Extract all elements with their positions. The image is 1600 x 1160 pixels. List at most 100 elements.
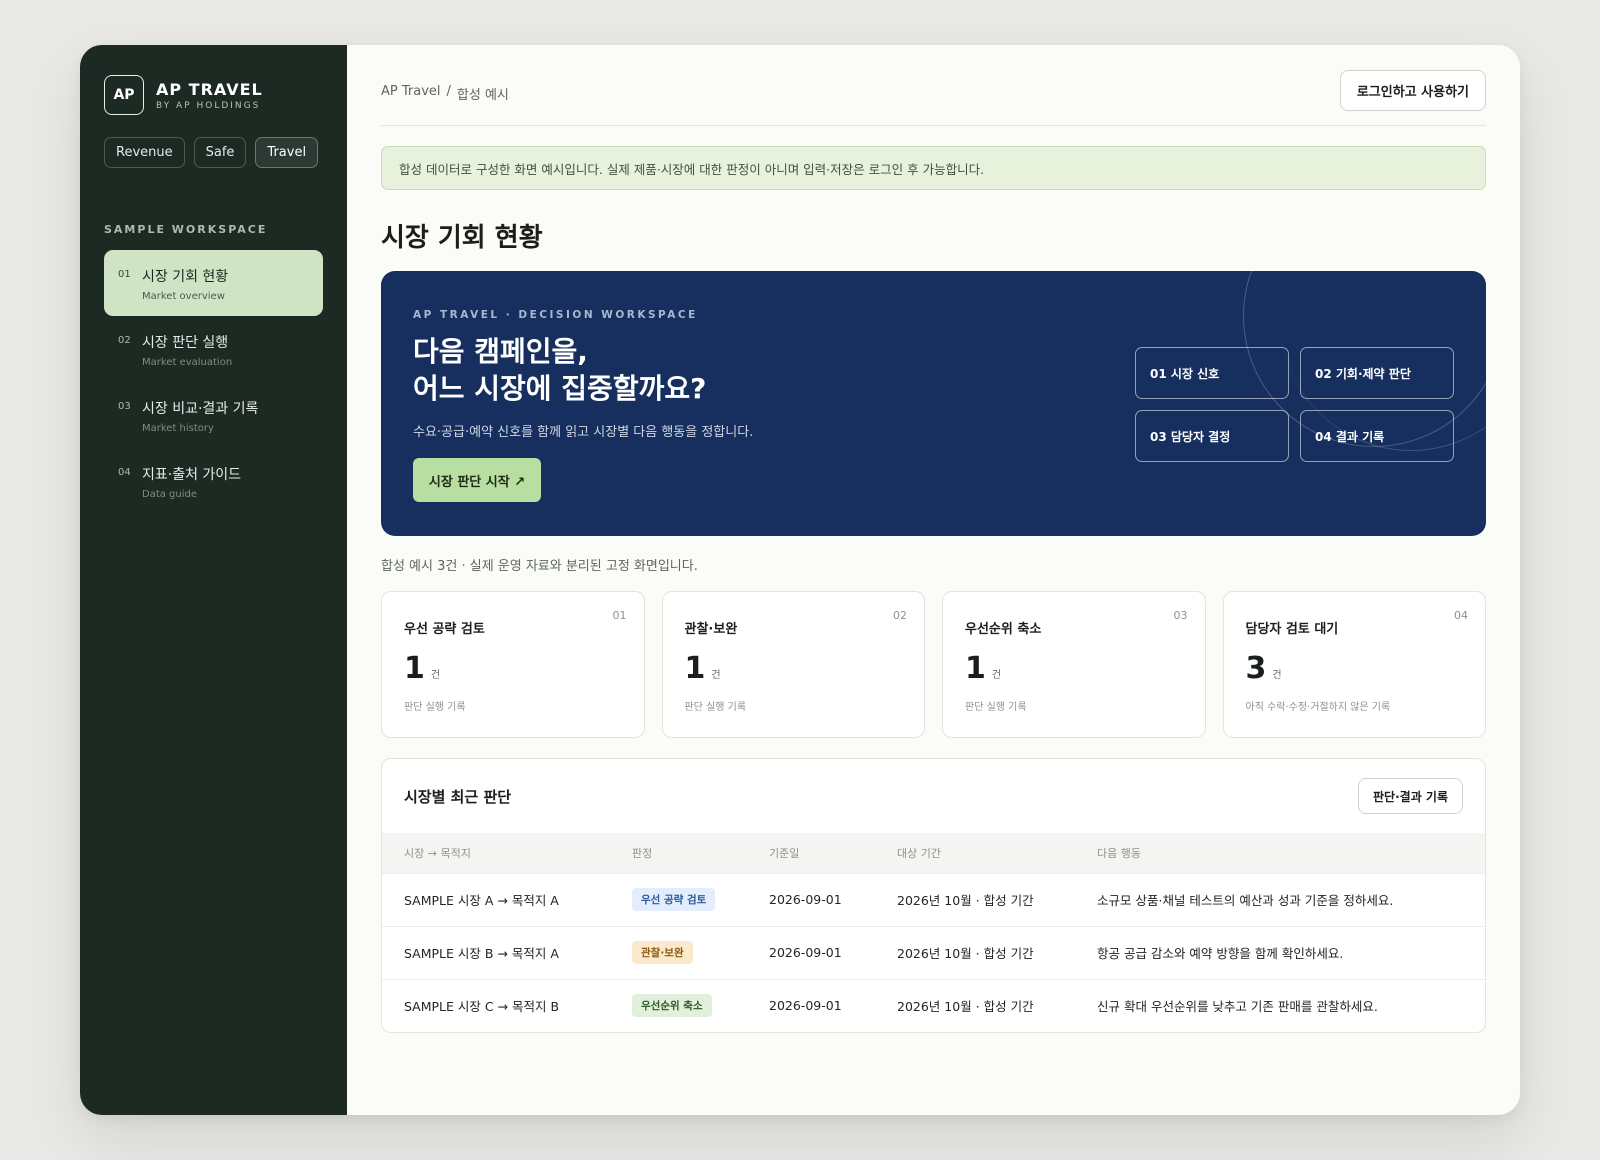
period-cell: 2026년 10월 · 합성 기간	[875, 978, 1075, 1032]
sidebar-item-market-history[interactable]: 03 시장 비교·결과 기록 Market history	[104, 382, 323, 448]
page-title: 시장 기회 현황	[381, 223, 543, 253]
sidebar-item-market-overview[interactable]: 01 시장 기회 현황 Market overview	[104, 250, 323, 316]
column-header[interactable]: 다음 행동	[1075, 833, 1485, 873]
card-number: 02	[893, 609, 907, 622]
brand-name: AP TRAVEL	[156, 79, 263, 99]
nav-subtitle: Market history	[142, 423, 214, 434]
market-cell: SAMPLE 시장 C → 목적지 B	[382, 978, 610, 1032]
action-cell: 항공 공급 감소와 예약 방향을 함께 확인하세요.	[1075, 925, 1485, 979]
verdict-badge: 우선 공략 검토	[632, 888, 716, 911]
card-value: 1	[404, 651, 425, 686]
step-market-signal[interactable]: 01 시장 신호	[1135, 347, 1289, 399]
card-footnote: 아직 수락·수정·거절하지 않은 기록	[1245, 702, 1391, 713]
nav-title: 시장 기회 현황	[142, 269, 229, 285]
panel-title: 시장별 최근 판단	[404, 787, 512, 806]
breadcrumb-separator: /	[446, 83, 451, 99]
verdict-cell: 우선순위 축소	[610, 978, 747, 1032]
card-unit: 건	[711, 670, 721, 681]
segment-safe[interactable]: Safe	[193, 137, 247, 168]
sample-meta: 합성 예시 3건 · 실제 운영 자료와 분리된 고정 화면입니다.	[381, 559, 698, 574]
period-cell: 2026년 10월 · 합성 기간	[875, 872, 1075, 926]
verdict-badge: 관찰·보완	[632, 941, 693, 964]
summary-cards: 01 우선 공략 검토 1 건 판단 실행 기록 02 관찰·보완 1 건 판단…	[381, 591, 1486, 738]
table-header-row: 시장 → 목적지 판정 기준일 대상 기간 다음 행동	[382, 833, 1485, 873]
step-opportunity-judgement[interactable]: 02 기회·제약 판단	[1300, 347, 1454, 399]
sidebar: AP AP TRAVEL BY AP HOLDINGS Revenue Safe…	[80, 45, 347, 1115]
breadcrumb-root[interactable]: AP Travel	[381, 84, 441, 103]
column-header[interactable]: 시장 → 목적지	[382, 833, 610, 873]
segment-travel[interactable]: Travel	[255, 137, 319, 168]
card-footnote: 판단 실행 기록	[404, 702, 466, 713]
nav-subtitle: Market evaluation	[142, 357, 233, 368]
column-header[interactable]: 대상 기간	[875, 833, 1075, 873]
card-unit: 건	[991, 670, 1002, 681]
decisions-table: 시장 → 목적지 판정 기준일 대상 기간 다음 행동 SAMPLE 시장 A …	[382, 833, 1485, 1032]
card-title: 우선 공략 검토	[404, 622, 485, 637]
workflow-steps: 01 시장 신호 02 기회·제약 판단 03 담당자 결정 04 결과 기록	[1135, 347, 1454, 462]
card-value: 3	[1245, 651, 1267, 686]
nav-number: 02	[118, 335, 131, 346]
action-cell: 소규모 상품·채널 테스트의 예산과 성과 기준을 정하세요.	[1075, 872, 1485, 926]
verdict-badge: 우선순위 축소	[632, 994, 712, 1018]
brand-logo: AP	[104, 75, 144, 115]
nav-title: 시장 판단 실행	[142, 335, 229, 351]
sidebar-item-market-evaluation[interactable]: 02 시장 판단 실행 Market evaluation	[104, 316, 323, 382]
panel-header: 시장별 최근 판단 판단·결과 기록	[382, 759, 1485, 833]
card-value: 1	[684, 651, 706, 686]
segment-revenue[interactable]: Revenue	[104, 137, 185, 168]
table-row[interactable]: SAMPLE 시장 C → 목적지 B 우선순위 축소 2026-09-01 2…	[382, 978, 1485, 1032]
workspace-label: SAMPLE WORKSPACE	[104, 223, 268, 236]
date-cell: 2026-09-01	[747, 925, 875, 979]
period-cell: 2026년 10월 · 합성 기간	[875, 925, 1075, 979]
card-number: 03	[1173, 609, 1188, 622]
table-row[interactable]: SAMPLE 시장 B → 목적지 A 관찰·보완 2026-09-01 202…	[382, 925, 1485, 979]
card-title: 관찰·보완	[684, 622, 738, 637]
summary-card[interactable]: 04 담당자 검토 대기 3 건 아직 수락·수정·거절하지 않은 기록	[1222, 591, 1486, 738]
card-footnote: 판단 실행 기록	[965, 702, 1027, 713]
summary-card[interactable]: 01 우선 공략 검토 1 건 판단 실행 기록	[381, 591, 645, 738]
login-button[interactable]: 로그인하고 사용하기	[1339, 69, 1486, 111]
table-row[interactable]: SAMPLE 시장 A → 목적지 A 우선 공략 검토 2026-09-01 …	[382, 872, 1485, 926]
divider	[381, 125, 1486, 126]
product-switcher: Revenue Safe Travel	[104, 137, 323, 168]
nav-subtitle: Market overview	[142, 291, 225, 302]
verdict-cell: 우선 공략 검토	[610, 872, 747, 926]
app-window: AP AP TRAVEL BY AP HOLDINGS Revenue Safe…	[80, 45, 1520, 1115]
card-title: 담당자 검토 대기	[1245, 622, 1339, 637]
breadcrumb: AP Travel / 합성 예시	[381, 78, 509, 103]
column-header[interactable]: 기준일	[747, 833, 875, 873]
summary-card[interactable]: 02 관찰·보완 1 건 판단 실행 기록	[661, 591, 925, 738]
sidebar-nav: 01 시장 기회 현황 Market overview 02 시장 판단 실행 …	[104, 250, 323, 514]
summary-card[interactable]: 03 우선순위 축소 1 건 판단 실행 기록	[942, 591, 1206, 738]
sidebar-item-data-guide[interactable]: 04 지표·출처 가이드 Data guide	[104, 448, 323, 514]
nav-subtitle: Data guide	[142, 489, 198, 500]
nav-number: 03	[118, 401, 131, 412]
nav-number: 04	[118, 467, 131, 478]
verdict-cell: 관찰·보완	[610, 925, 747, 979]
hero-banner: AP TRAVEL · DECISION WORKSPACE 다음 캠페인을, …	[381, 271, 1486, 536]
nav-title: 지표·출처 가이드	[142, 467, 242, 483]
date-cell: 2026-09-01	[747, 872, 875, 926]
column-header[interactable]: 판정	[610, 833, 747, 873]
brand[interactable]: AP AP TRAVEL BY AP HOLDINGS	[104, 75, 323, 115]
market-cell: SAMPLE 시장 A → 목적지 A	[382, 872, 610, 926]
breadcrumb-current: 합성 예시	[456, 87, 509, 103]
card-unit: 건	[430, 670, 441, 681]
market-cell: SAMPLE 시장 B → 목적지 A	[382, 925, 610, 979]
recent-decisions-panel: 시장별 최근 판단 판단·결과 기록 시장 → 목적지 판정 기준일 대상 기간…	[381, 758, 1486, 1033]
synthetic-data-notice: 합성 데이터로 구성한 화면 예시입니다. 실제 제품·시장에 대한 판정이 아…	[381, 146, 1486, 190]
card-value: 1	[965, 651, 986, 686]
card-title: 우선순위 축소	[965, 622, 1042, 637]
card-footnote: 판단 실행 기록	[684, 702, 747, 713]
step-owner-decision[interactable]: 03 담당자 결정	[1135, 410, 1289, 462]
brand-subtitle: BY AP HOLDINGS	[156, 100, 261, 111]
card-number: 04	[1454, 609, 1468, 622]
start-evaluation-button[interactable]: 시장 판단 시작 ↗	[413, 458, 541, 502]
card-unit: 건	[1272, 670, 1282, 681]
main-content: AP Travel / 합성 예시 로그인하고 사용하기 합성 데이터로 구성한…	[347, 45, 1520, 1115]
card-number: 01	[612, 609, 627, 622]
action-cell: 신규 확대 우선순위를 낮추고 기존 판매를 관찰하세요.	[1075, 978, 1485, 1032]
step-result-record[interactable]: 04 결과 기록	[1300, 410, 1454, 462]
nav-title: 시장 비교·결과 기록	[142, 401, 259, 417]
decision-record-button[interactable]: 판단·결과 기록	[1358, 778, 1463, 814]
